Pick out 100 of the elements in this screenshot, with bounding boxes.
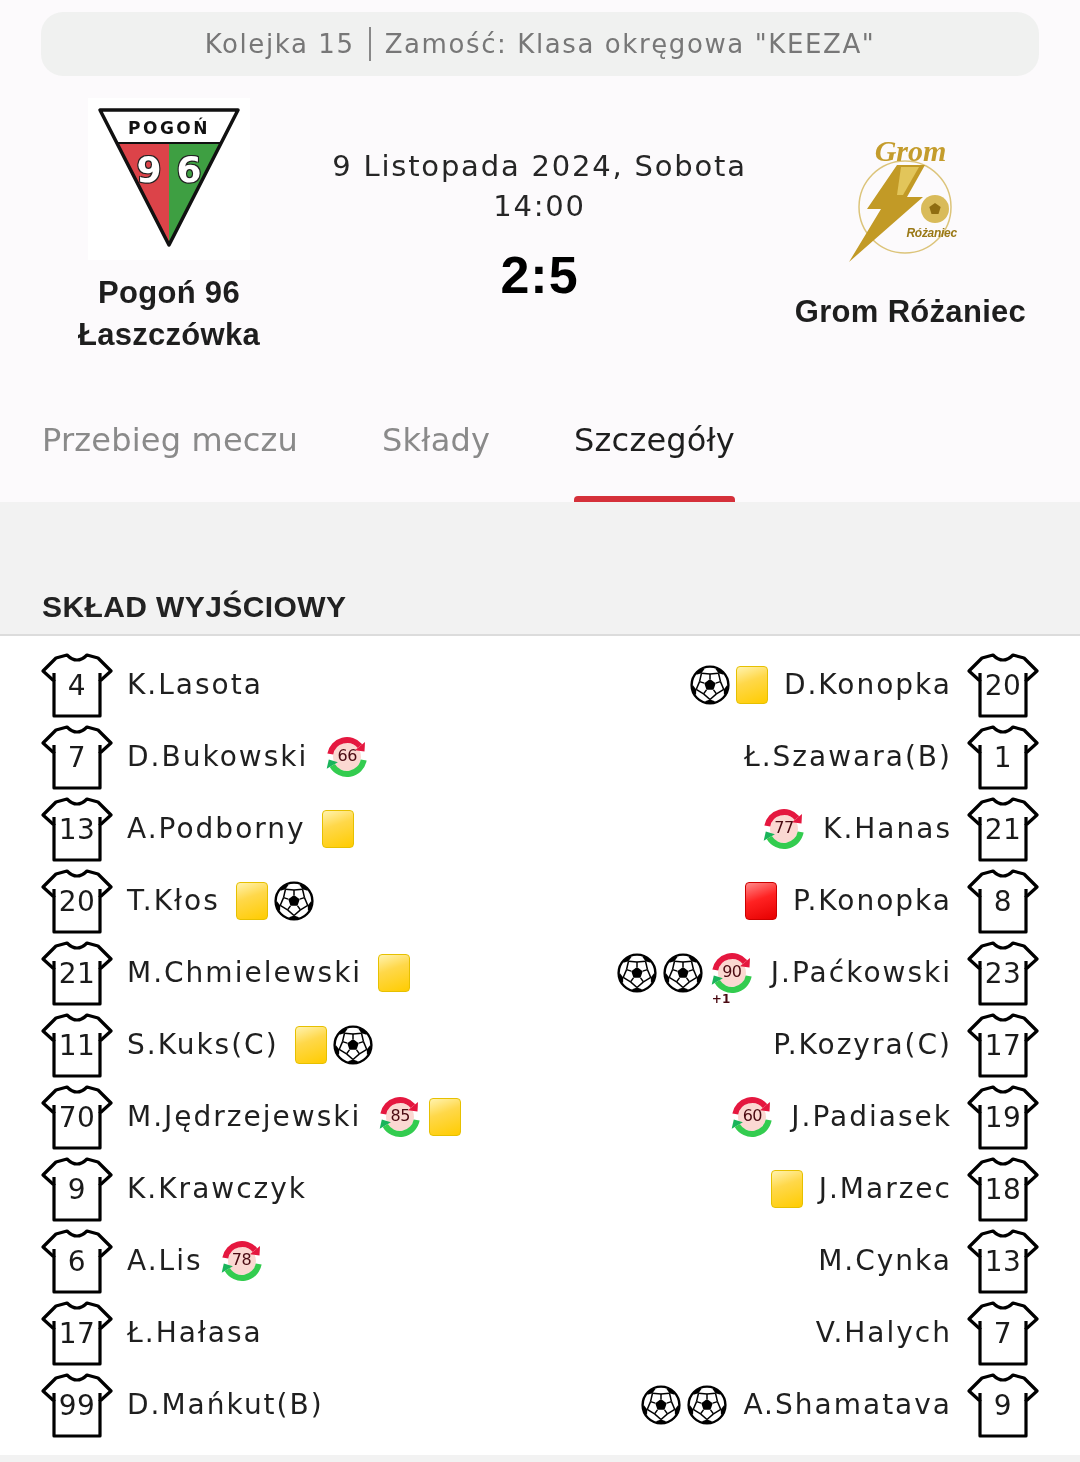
shirt-icon: [41, 652, 113, 718]
minute-label: 77: [774, 819, 794, 837]
tab[interactable]: Składy: [382, 390, 491, 502]
shirt-number: 9: [993, 1388, 1013, 1424]
soccer-ball-icon: [689, 665, 730, 705]
minute-label: 60: [742, 1107, 762, 1125]
logo-text: Różaniec: [906, 226, 957, 240]
tab[interactable]: Przebieg meczu: [42, 390, 299, 502]
card-icon: [321, 810, 354, 848]
shirt-number: 11: [58, 1028, 96, 1064]
shirt-number: 4: [67, 668, 87, 704]
player-name: K.Hanas: [823, 811, 952, 847]
shirt-number: 18: [984, 1172, 1022, 1208]
soccer-ball-icon: [687, 1385, 728, 1425]
shirt-number: 9: [67, 1172, 87, 1208]
player-name: A.Lis: [127, 1243, 203, 1279]
player-name: S.Kuks(C): [127, 1027, 279, 1063]
shirt-icon: [41, 1084, 113, 1150]
card-icon: [235, 882, 268, 920]
shirt-number: 17: [58, 1316, 96, 1352]
shirt-icon: [967, 868, 1039, 934]
shirt-number: 20: [984, 668, 1022, 704]
league-name: Zamość: Klasa okręgowa "KEEZA": [384, 29, 876, 59]
team-name: Grom Różaniec: [794, 293, 1027, 331]
team-name: Pogoń 96 Łaszczówka: [76, 274, 262, 354]
player-name: M.Jędrzejewski: [127, 1099, 362, 1135]
shirt-icon: [967, 940, 1039, 1006]
player-name: P.Kozyra(C): [773, 1027, 952, 1063]
shirt-icon: [41, 868, 113, 934]
shirt-number: 70: [58, 1100, 96, 1136]
player-name: D.Bukowski: [127, 739, 309, 775]
shirt-icon: [967, 724, 1039, 790]
player-name: A.Podborny: [127, 811, 306, 847]
shirt-number: 8: [993, 884, 1013, 920]
player-name: V.Halych: [815, 1315, 952, 1351]
minute-label: 90: [722, 963, 742, 981]
card-icon: [770, 1170, 803, 1208]
logo-text: POGOŃ: [128, 117, 210, 139]
card-icon: [735, 666, 768, 704]
soccer-ball-icon: [616, 953, 657, 993]
shirt-number: 6: [67, 1244, 87, 1280]
card-icon: [294, 1026, 327, 1064]
soccer-ball-icon: [662, 953, 703, 993]
shirt-number: 7: [67, 740, 87, 776]
player-name: K.Krawczyk: [127, 1171, 308, 1207]
player-name: D.Mańkut(B): [127, 1387, 324, 1423]
logo-wordmark: Grom: [874, 135, 947, 167]
shirt-number: 13: [58, 812, 96, 848]
player-name: Ł.Hałasa: [127, 1315, 263, 1351]
minute-label: 66: [337, 747, 357, 765]
player-name: J.Padiasek: [791, 1099, 952, 1135]
shirt-icon: [41, 1012, 113, 1078]
shirt-number: 23: [984, 956, 1022, 992]
shirt-icon: [41, 796, 113, 862]
player-name: M.Chmielewski: [127, 955, 363, 991]
player-name: J.Marzec: [818, 1171, 952, 1207]
logo-number: 96: [135, 148, 217, 192]
shirt-icon: [967, 796, 1039, 862]
match-date: 9 Listopada 2024, Sobota: [332, 148, 747, 185]
shirt-icon: [41, 1372, 113, 1438]
shirt-icon: [967, 1012, 1039, 1078]
card-icon: [744, 882, 777, 920]
shirt-number: 19: [984, 1100, 1022, 1136]
shirt-number: 1: [993, 740, 1013, 776]
minute-label: 78: [231, 1251, 252, 1269]
shirt-number: 17: [984, 1028, 1022, 1064]
kickoff-time: 14:00: [493, 188, 586, 225]
shirt-icon: [967, 1156, 1039, 1222]
soccer-ball-icon: [641, 1385, 682, 1425]
minute-label: 85: [390, 1107, 410, 1125]
player-name: A.Shamatava: [743, 1387, 952, 1423]
shirt-number: 20: [58, 884, 96, 920]
player-name: D.Konopka: [783, 667, 952, 703]
shirt-icon: [41, 1300, 113, 1366]
player-name: T.Kłos: [127, 883, 220, 919]
tab[interactable]: Szczegóły: [574, 390, 735, 502]
shirt-icon: [41, 940, 113, 1006]
soccer-ball-icon: [332, 1025, 373, 1065]
shirt-icon: [967, 1228, 1039, 1294]
player-name: M.Cynka: [818, 1243, 952, 1279]
section-title: SKŁAD WYJŚCIOWY: [42, 589, 347, 625]
card-icon: [378, 954, 411, 992]
card-icon: [429, 1098, 462, 1136]
shirt-number: 13: [984, 1244, 1022, 1280]
soccer-ball-icon: [273, 881, 314, 921]
player-name: P.Konopka: [792, 883, 952, 919]
player-name: Ł.Szawara(B): [743, 739, 952, 775]
shirt-number: 21: [984, 812, 1022, 848]
shirt-icon: [967, 1372, 1039, 1438]
round-label: Kolejka 15: [204, 29, 355, 59]
shirt-icon: [967, 652, 1039, 718]
shirt-number: 99: [58, 1388, 96, 1424]
shirt-number: 21: [58, 956, 96, 992]
match-score: 2:5: [500, 245, 579, 305]
shirt-number: 7: [993, 1316, 1013, 1352]
shirt-icon: [41, 1228, 113, 1294]
added-time-label: +1: [711, 992, 731, 1006]
shirt-icon: [41, 724, 113, 790]
player-name: K.Lasota: [127, 667, 263, 703]
shirt-icon: [967, 1300, 1039, 1366]
